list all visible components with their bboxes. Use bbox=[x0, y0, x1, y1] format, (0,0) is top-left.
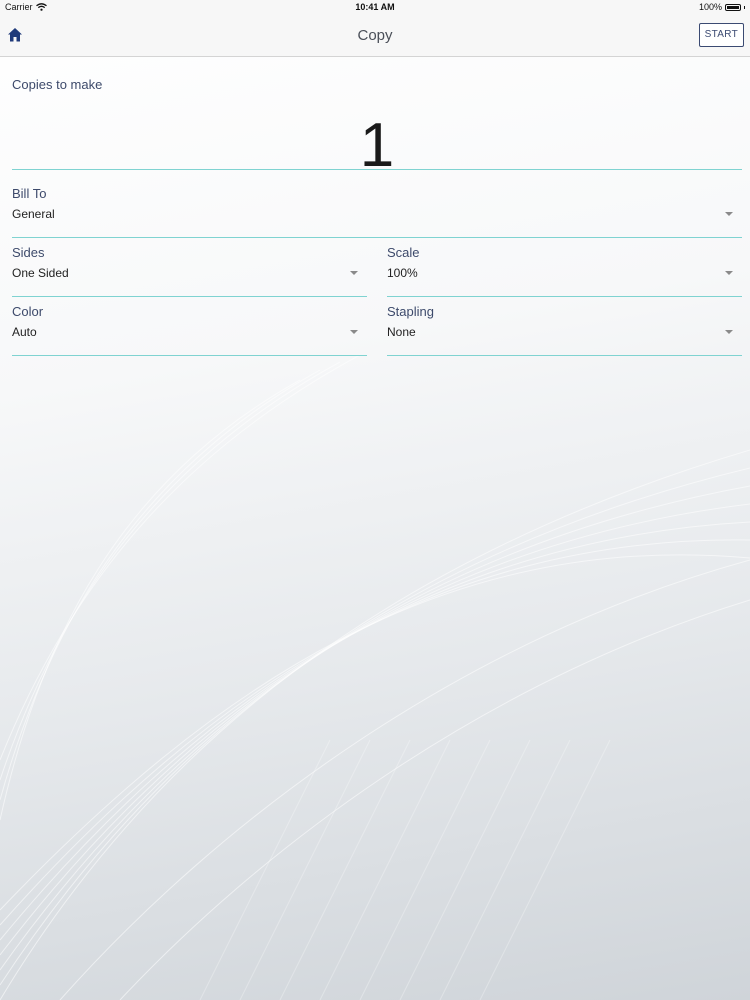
dropdown-arrow-icon bbox=[725, 212, 733, 216]
copies-field[interactable]: Copies to make 1 bbox=[12, 77, 742, 177]
battery-tip bbox=[744, 5, 745, 9]
navigation-bar: Copy START bbox=[0, 16, 750, 57]
copies-label: Copies to make bbox=[12, 77, 103, 92]
sides-label: Sides bbox=[12, 245, 45, 260]
stapling-value: None bbox=[387, 325, 416, 339]
color-select[interactable]: Color Auto bbox=[12, 304, 367, 356]
start-button[interactable]: START bbox=[698, 23, 744, 47]
home-button[interactable] bbox=[6, 26, 24, 44]
battery-icon bbox=[725, 3, 741, 11]
battery-fill bbox=[727, 5, 739, 9]
color-value: Auto bbox=[12, 325, 37, 339]
dropdown-arrow-icon bbox=[350, 271, 358, 275]
scale-label: Scale bbox=[387, 245, 420, 260]
stapling-select[interactable]: Stapling None bbox=[387, 304, 742, 356]
bill-to-select[interactable]: Bill To General bbox=[12, 186, 742, 238]
stapling-label: Stapling bbox=[387, 304, 434, 319]
status-bar: Carrier 10:41 AM 100% bbox=[0, 0, 750, 16]
dropdown-arrow-icon bbox=[350, 330, 358, 334]
color-label: Color bbox=[12, 304, 44, 319]
scale-select[interactable]: Scale 100% bbox=[387, 245, 742, 297]
page-title: Copy bbox=[357, 27, 393, 44]
battery-percent: 100% bbox=[698, 2, 722, 12]
battery-indicator: 100% bbox=[699, 2, 745, 12]
scale-value: 100% bbox=[387, 266, 418, 280]
sides-select[interactable]: Sides One Sided bbox=[12, 245, 367, 297]
home-icon bbox=[8, 28, 22, 42]
copies-input[interactable]: 1 bbox=[12, 115, 742, 177]
status-time: 10:41 AM bbox=[355, 2, 395, 12]
bill-to-label: Bill To bbox=[12, 186, 47, 201]
dropdown-arrow-icon bbox=[725, 330, 733, 334]
sides-value: One Sided bbox=[12, 266, 69, 280]
dropdown-arrow-icon bbox=[725, 271, 733, 275]
bill-to-value: General bbox=[12, 207, 55, 221]
